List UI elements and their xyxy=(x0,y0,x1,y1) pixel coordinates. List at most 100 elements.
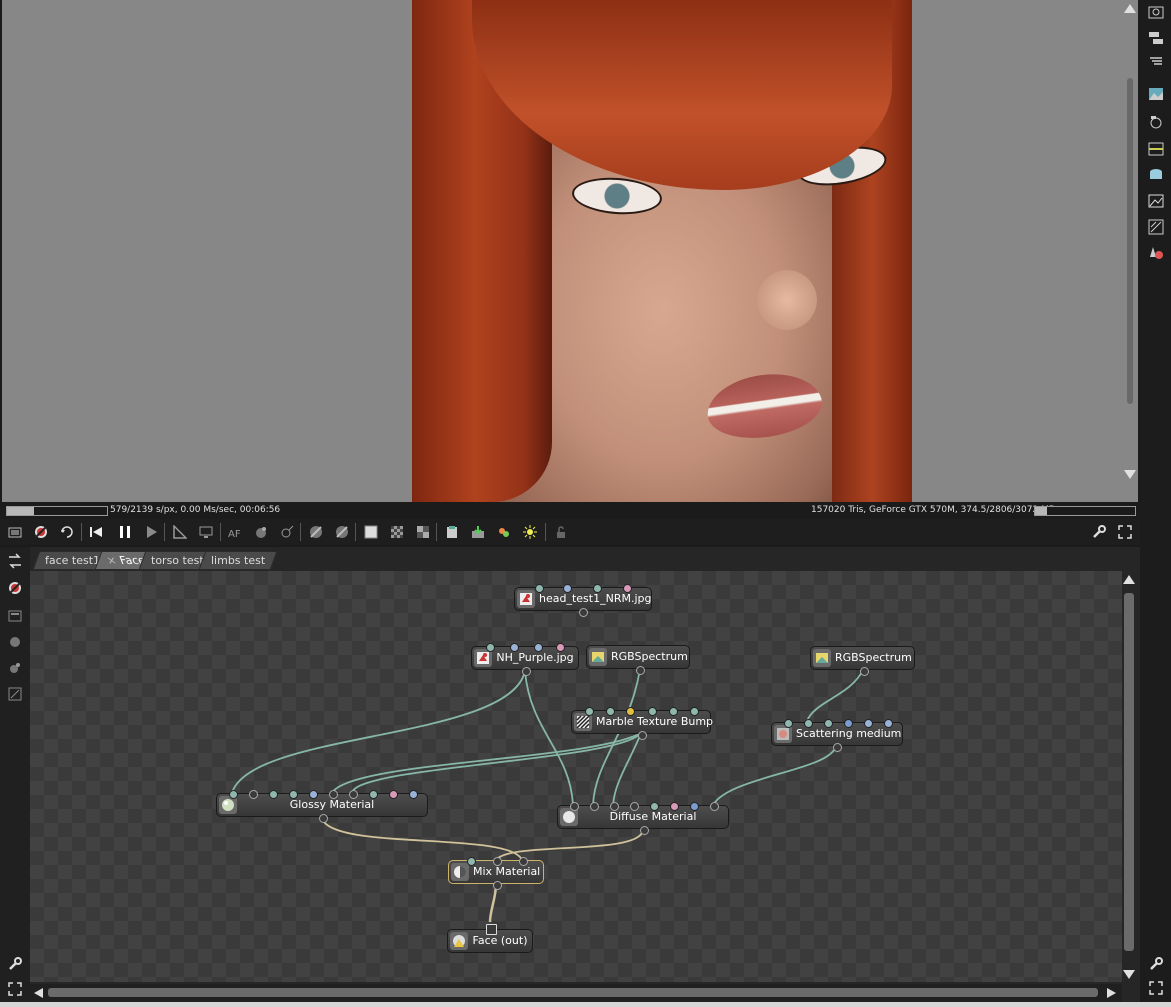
white-balance-picker-button[interactable] xyxy=(277,522,297,542)
node-stop-button[interactable] xyxy=(5,578,25,598)
input-pin[interactable] xyxy=(648,707,657,716)
node-glossy-material[interactable]: Glossy Material xyxy=(216,790,428,823)
scroll-down-arrow-icon[interactable] xyxy=(1123,469,1137,481)
maximize-panel-button[interactable] xyxy=(1146,978,1166,998)
auto-focus-button[interactable]: AF xyxy=(225,522,245,542)
input-pin[interactable] xyxy=(309,790,318,799)
input-pin[interactable] xyxy=(486,924,497,935)
node-material-button[interactable] xyxy=(5,632,25,652)
input-pin[interactable] xyxy=(229,790,238,799)
copy-render-button[interactable] xyxy=(442,522,462,542)
input-pin[interactable] xyxy=(844,719,853,728)
node-object-button[interactable] xyxy=(5,658,25,678)
output-pin[interactable] xyxy=(522,667,531,676)
nodegraph-settings-button[interactable] xyxy=(1146,954,1166,974)
output-pin[interactable] xyxy=(860,667,869,676)
clay-render-button[interactable] xyxy=(170,522,190,542)
dark-background-button[interactable] xyxy=(413,522,433,542)
input-pin[interactable] xyxy=(389,790,398,799)
input-pin[interactable] xyxy=(493,857,502,866)
node-graph-vertical-scrollbar[interactable] xyxy=(1122,571,1138,984)
input-pin[interactable] xyxy=(690,707,699,716)
input-pin[interactable] xyxy=(670,802,679,811)
input-pin[interactable] xyxy=(784,719,793,728)
input-pin[interactable] xyxy=(590,802,599,811)
input-pin[interactable] xyxy=(563,584,572,593)
light-button[interactable] xyxy=(520,522,540,542)
node-diffuse-material[interactable]: Diffuse Material xyxy=(557,802,729,835)
node-graph-horizontal-scrollbar[interactable] xyxy=(30,984,1122,1002)
render-passes-button[interactable] xyxy=(494,522,514,542)
output-pin[interactable] xyxy=(319,814,328,823)
alpha-channel-button[interactable] xyxy=(361,522,381,542)
input-pin[interactable] xyxy=(593,584,602,593)
restart-render-button[interactable] xyxy=(57,522,77,542)
input-pin[interactable] xyxy=(409,790,418,799)
input-pin[interactable] xyxy=(329,790,338,799)
recenter-view-button[interactable] xyxy=(5,522,25,542)
play-render-button[interactable] xyxy=(141,522,161,542)
input-pin[interactable] xyxy=(519,857,528,866)
input-pin[interactable] xyxy=(349,790,358,799)
image-settings-button[interactable] xyxy=(1146,191,1166,211)
camera-imager-button[interactable] xyxy=(1146,112,1166,132)
node-graph-toggle-button[interactable] xyxy=(5,551,25,571)
input-pin[interactable] xyxy=(690,802,699,811)
checker-background-button[interactable] xyxy=(387,522,407,542)
output-pin[interactable] xyxy=(493,881,502,890)
input-pin[interactable] xyxy=(486,643,495,652)
scroll-up-arrow-icon[interactable] xyxy=(1123,2,1137,14)
render-target-button[interactable] xyxy=(1146,217,1166,237)
input-pin[interactable] xyxy=(864,719,873,728)
input-pin[interactable] xyxy=(535,584,544,593)
node-rgb-spectrum-1[interactable]: RGBSpectrum xyxy=(586,645,690,675)
render-viewport[interactable] xyxy=(2,0,1138,502)
screen-view-button[interactable] xyxy=(196,522,216,542)
viewport-settings-button[interactable] xyxy=(1089,522,1109,542)
output-pin[interactable] xyxy=(638,731,647,740)
camera-settings-button[interactable] xyxy=(1146,2,1166,22)
output-pin[interactable] xyxy=(579,608,588,617)
pause-render-button[interactable] xyxy=(115,522,135,542)
input-pin[interactable] xyxy=(710,802,719,811)
viewport-scroll-thumb[interactable] xyxy=(1127,78,1133,404)
input-pin[interactable] xyxy=(884,719,893,728)
input-pin[interactable] xyxy=(623,584,632,593)
node-nh-purple-texture[interactable]: NH_Purple.jpg xyxy=(471,643,579,676)
stop-render-button[interactable] xyxy=(31,522,51,542)
input-pin[interactable] xyxy=(369,790,378,799)
scene-outliner-button[interactable] xyxy=(1146,28,1166,48)
input-pin[interactable] xyxy=(570,802,579,811)
material-picker-button[interactable] xyxy=(306,522,326,542)
node-settings-button[interactable] xyxy=(5,954,25,974)
maximize-viewport-button[interactable] xyxy=(1115,522,1135,542)
input-pin[interactable] xyxy=(249,790,258,799)
scroll-down-arrow-icon[interactable] xyxy=(1122,969,1136,981)
picking-focus-button[interactable] xyxy=(251,522,271,542)
input-pin[interactable] xyxy=(289,790,298,799)
input-pin[interactable] xyxy=(534,643,543,652)
previous-frame-button[interactable] xyxy=(86,522,106,542)
input-pin[interactable] xyxy=(510,643,519,652)
lock-render-button[interactable] xyxy=(551,522,571,542)
viewport-vertical-scrollbar[interactable] xyxy=(1121,0,1138,490)
post-processing-button[interactable] xyxy=(1146,139,1166,159)
node-rgb-spectrum-2[interactable]: RGBSpectrum xyxy=(810,646,915,676)
input-pin[interactable] xyxy=(556,643,565,652)
output-pin[interactable] xyxy=(636,666,645,675)
tab-limbs-test[interactable]: limbs test xyxy=(198,551,278,570)
kernel-settings-button[interactable] xyxy=(1146,165,1166,185)
input-pin[interactable] xyxy=(467,857,476,866)
input-pin[interactable] xyxy=(650,802,659,811)
material-library-button[interactable] xyxy=(1146,243,1166,263)
input-pin[interactable] xyxy=(585,707,594,716)
environment-button[interactable] xyxy=(1146,84,1166,104)
input-pin[interactable] xyxy=(804,719,813,728)
input-pin[interactable] xyxy=(606,707,615,716)
object-picker-button[interactable] xyxy=(332,522,352,542)
node-expand-button[interactable] xyxy=(5,979,25,999)
node-face-output[interactable]: Face (out) xyxy=(447,924,533,953)
node-head-nrm-texture[interactable]: head_test1_NRM.jpg xyxy=(514,584,652,617)
node-mix-material[interactable]: Mix Material xyxy=(448,857,544,890)
node-scattering-medium[interactable]: Scattering medium xyxy=(771,719,903,752)
